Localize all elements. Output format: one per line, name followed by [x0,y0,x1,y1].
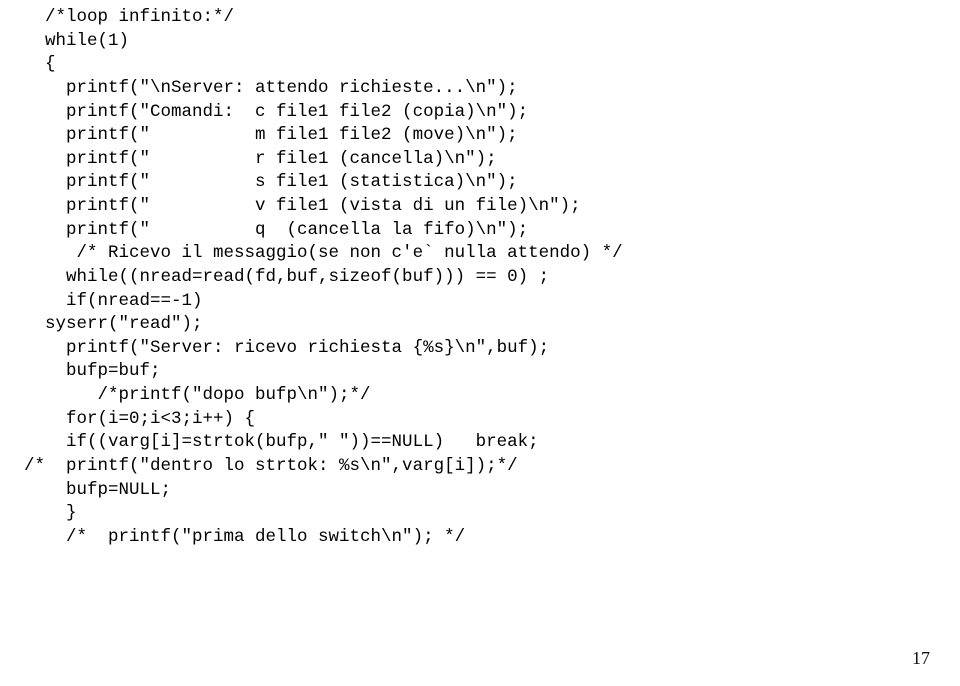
page-number: 17 [912,646,930,670]
document-page: /*loop infinito:*/ while(1) { printf("\n… [0,0,960,686]
code-block: /*loop infinito:*/ while(1) { printf("\n… [24,6,936,549]
